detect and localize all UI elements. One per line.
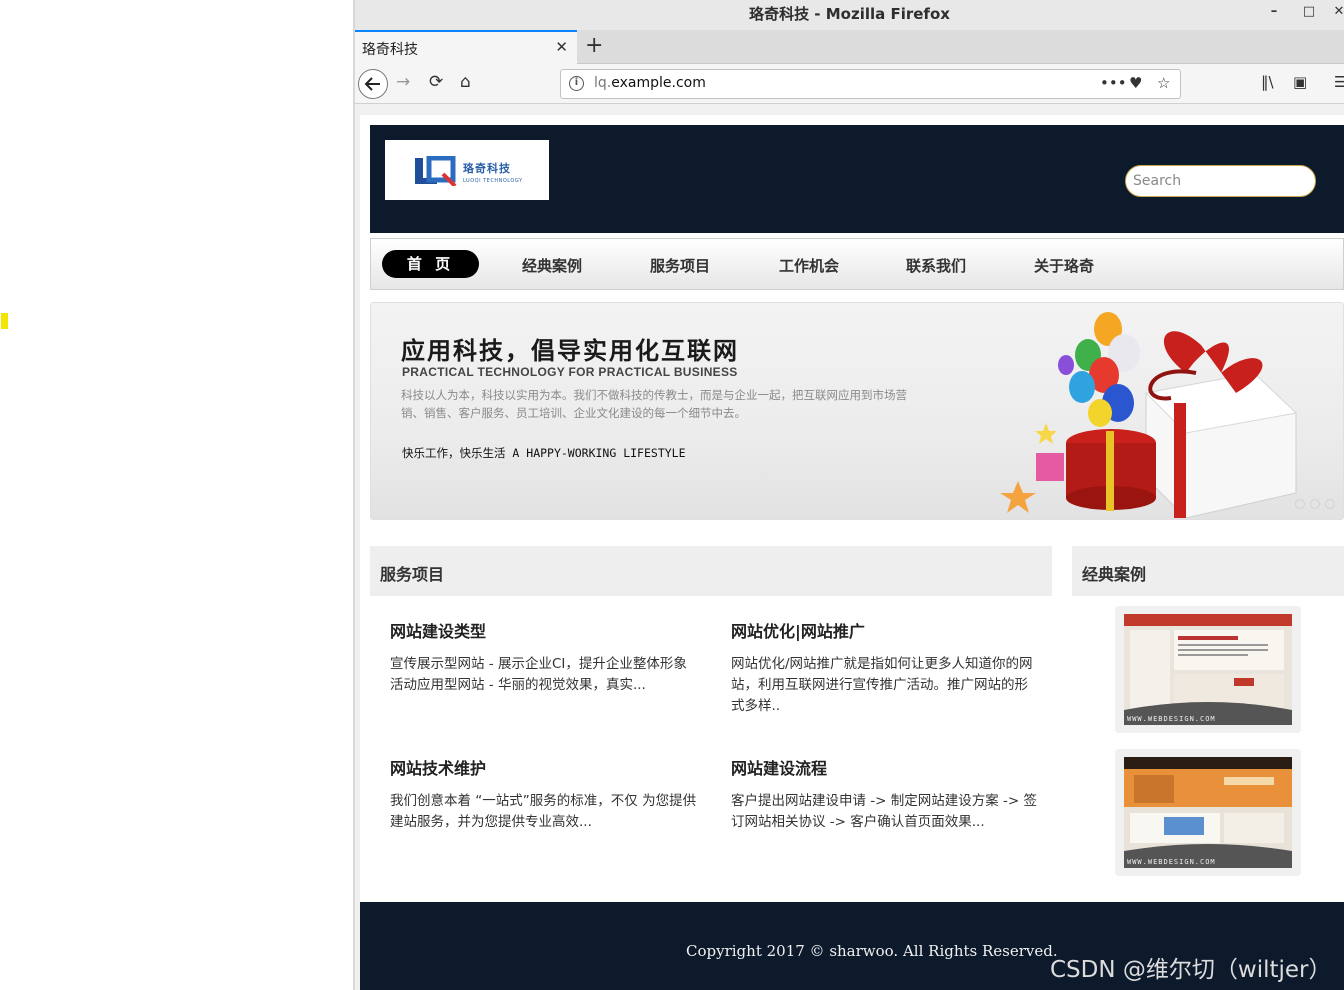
maximize-icon[interactable]: □: [1301, 4, 1317, 19]
info-icon[interactable]: i: [569, 76, 584, 91]
library-icon[interactable]: ‖\: [1261, 73, 1274, 91]
forward-icon[interactable]: →: [396, 72, 410, 92]
service-card: 网站优化|网站推广 网站优化/网站推广就是指如何让更多人知道你的网站，利用互联网…: [731, 618, 1041, 717]
hero-banner[interactable]: 应用科技，倡导实用化互联网 PRACTICAL TECHNOLOGY FOR P…: [370, 302, 1344, 520]
service-card: 网站建设流程 客户提出网站建设申请 -> 制定网站建设方案 -> 签订网站相关协…: [731, 755, 1041, 833]
tab-strip: 珞奇科技 ✕ +: [355, 30, 1344, 64]
copyright-text: Copyright 2017 © sharwoo. All Rights Res…: [686, 942, 1058, 960]
window-title: 珞奇科技 - Mozilla Firefox: [749, 5, 950, 23]
banner-slogan: 快乐工作，快乐生活 A HAPPY-WORKING LIFESTYLE: [402, 446, 686, 460]
case-screenshot: WWW.WEBDESIGN.COM: [1124, 757, 1292, 868]
cases-header: 经典案例: [1072, 546, 1344, 596]
title-bar[interactable]: 珞奇科技 - Mozilla Firefox – □ ✕: [355, 0, 1344, 30]
carousel-dot[interactable]: [1295, 499, 1305, 509]
case-caption: WWW.WEBDESIGN.COM: [1127, 858, 1216, 866]
home-icon[interactable]: ⌂: [460, 72, 471, 92]
logo-en-text: LUOQI TECHNOLOGY: [463, 178, 523, 184]
tab-close-icon[interactable]: ✕: [555, 38, 568, 56]
back-button[interactable]: [358, 69, 388, 99]
url-text[interactable]: lq.example.com: [594, 75, 706, 91]
service-card: 网站技术维护 我们创意本着 “一站式”服务的标准，不仅 为您提供建站服务，并为您…: [390, 755, 700, 833]
case-thumbnail[interactable]: WWW.WEBDESIGN.COM: [1115, 749, 1301, 876]
web-page: 珞奇科技 LUOQI TECHNOLOGY 首 页 经典案例 服务项目 工作机会…: [360, 115, 1344, 990]
carousel-dot[interactable]: [1325, 499, 1335, 509]
content-viewport: 珞奇科技 LUOQI TECHNOLOGY 首 页 经典案例 服务项目 工作机会…: [355, 105, 1344, 990]
case-caption: WWW.WEBDESIGN.COM: [1127, 715, 1216, 723]
cases-heading: 经典案例: [1082, 565, 1147, 584]
main-menu: 首 页 经典案例 服务项目 工作机会 联系我们 关于珞奇: [370, 238, 1344, 290]
logo-cn-text: 珞奇科技: [463, 162, 511, 175]
service-desc: 网站优化/网站推广就是指如何让更多人知道你的网站，利用互联网进行宣传推广活动。推…: [731, 656, 1033, 714]
bookmark-star-icon[interactable]: ☆: [1157, 74, 1170, 92]
desktop-marker: [1, 313, 8, 329]
firefox-window: 珞奇科技 - Mozilla Firefox – □ ✕ 珞奇科技 ✕ + → …: [355, 0, 1344, 990]
pocket-icon[interactable]: ♥: [1129, 74, 1142, 92]
menu-item-services[interactable]: 服务项目: [650, 255, 710, 276]
service-title[interactable]: 网站建设类型: [390, 618, 700, 642]
sidebar-icon[interactable]: ▣: [1293, 73, 1307, 91]
case-image-2: [1124, 757, 1292, 868]
menu-icon[interactable]: ☰: [1334, 73, 1344, 91]
case-thumbnail[interactable]: WWW.WEBDESIGN.COM: [1115, 606, 1301, 733]
menu-item-jobs[interactable]: 工作机会: [779, 255, 839, 276]
banner-title: 应用科技，倡导实用化互联网: [401, 336, 739, 365]
banner-description: 科技以人为本，科技以实用为本。我们不做科技的传教士，而是与企业一起，把互联网应用…: [401, 388, 907, 420]
menu-item-about[interactable]: 关于珞奇: [1034, 255, 1094, 276]
carousel-dots: [1290, 494, 1335, 513]
desktop-area: [0, 0, 353, 990]
menu-item-cases[interactable]: 经典案例: [522, 255, 582, 276]
csdn-watermark: CSDN @维尔切（wiltjer）: [1050, 957, 1332, 983]
carousel-dot[interactable]: [1310, 499, 1320, 509]
url-prefix: lq.: [594, 75, 612, 91]
tab-label: 珞奇科技: [362, 42, 418, 58]
service-card: 网站建设类型 宣传展示型网站 - 展示企业CI，提升企业整体形象 活动应用型网站…: [390, 618, 700, 696]
service-title[interactable]: 网站建设流程: [731, 755, 1041, 779]
service-desc: 我们创意本着 “一站式”服务的标准，不仅 为您提供建站服务，并为您提供专业高效.…: [390, 793, 697, 830]
tab-active[interactable]: 珞奇科技 ✕: [355, 30, 577, 64]
page-actions-icon[interactable]: •••: [1100, 74, 1127, 92]
case-screenshot: WWW.WEBDESIGN.COM: [1124, 614, 1292, 725]
site-header: 珞奇科技 LUOQI TECHNOLOGY: [370, 125, 1344, 233]
banner-subtitle: PRACTICAL TECHNOLOGY FOR PRACTICAL BUSIN…: [402, 365, 738, 379]
site-logo[interactable]: 珞奇科技 LUOQI TECHNOLOGY: [385, 140, 549, 200]
reload-icon[interactable]: ⟳: [429, 72, 443, 92]
service-title[interactable]: 网站优化|网站推广: [731, 618, 1041, 642]
search-input[interactable]: [1125, 165, 1316, 197]
case-image-1: [1124, 614, 1292, 725]
services-header: 服务项目: [370, 546, 1052, 596]
service-desc: 宣传展示型网站 - 展示企业CI，提升企业整体形象 活动应用型网站 - 华丽的视…: [390, 656, 687, 693]
url-domain: example.com: [611, 75, 706, 91]
service-title[interactable]: 网站技术维护: [390, 755, 700, 779]
nav-toolbar: → ⟳ ⌂ i lq.example.com ••• ♥ ☆ ‖\ ▣ ☰: [355, 64, 1344, 104]
url-bar[interactable]: i lq.example.com ••• ♥ ☆: [560, 69, 1181, 99]
services-heading: 服务项目: [380, 565, 445, 584]
logo-mark-icon: [415, 156, 457, 186]
arrow-left-icon: [364, 77, 380, 91]
service-desc: 客户提出网站建设申请 -> 制定网站建设方案 -> 签订网站相关协议 -> 客户…: [731, 793, 1038, 830]
screen: 珞奇科技 - Mozilla Firefox – □ ✕ 珞奇科技 ✕ + → …: [0, 0, 1344, 990]
minimize-icon[interactable]: –: [1266, 4, 1282, 19]
menu-item-home[interactable]: 首 页: [382, 250, 479, 278]
menu-item-contact[interactable]: 联系我们: [906, 255, 966, 276]
close-window-icon[interactable]: ✕: [1331, 4, 1344, 19]
gift-balloons-illustration: [1000, 312, 1298, 519]
new-tab-icon[interactable]: +: [585, 33, 603, 59]
